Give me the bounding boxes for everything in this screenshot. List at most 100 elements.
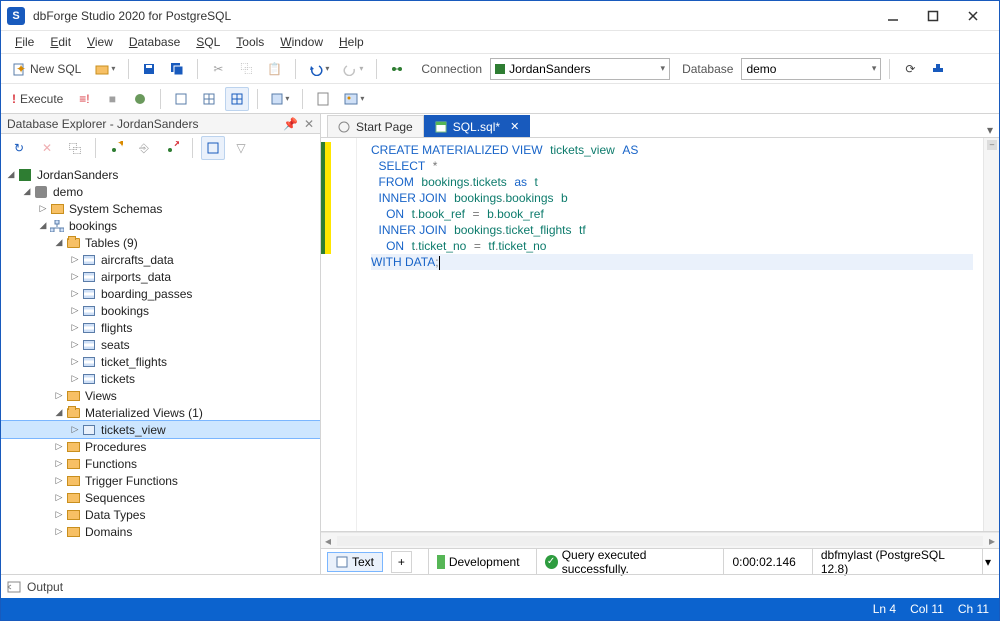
tree-server-node[interactable]: ◢JordanSanders [1, 166, 320, 183]
connect-button[interactable] [385, 57, 409, 81]
server-info: dbfmylast (PostgreSQL 12.8) [812, 549, 974, 574]
folder-icon [67, 493, 80, 503]
tree-views-folder[interactable]: ▷Views [1, 387, 320, 404]
add-view-button[interactable]: + [391, 551, 412, 573]
output-panel-tab[interactable]: Output [1, 574, 999, 598]
copy-tree-button[interactable]: ⿻ [63, 136, 87, 160]
copy-button[interactable]: ⿻ [234, 57, 258, 81]
tree-folder[interactable]: ▷Functions [1, 455, 320, 472]
menu-window[interactable]: Window [274, 33, 329, 51]
close-button[interactable] [953, 2, 993, 30]
text-view-button[interactable]: Text [327, 552, 383, 572]
app-logo-icon: S [7, 7, 25, 25]
image-button[interactable]: ▾ [339, 87, 369, 111]
text-caret [439, 256, 440, 270]
tree-folder[interactable]: ▷Procedures [1, 438, 320, 455]
tree-schema-bookings[interactable]: ◢bookings [1, 217, 320, 234]
connection-combo[interactable]: JordanSanders ▾ [490, 58, 670, 80]
code-content[interactable]: CREATE MATERIALIZED VIEW tickets_view AS… [357, 138, 983, 531]
vscrollbar[interactable]: – [983, 138, 999, 531]
save-all-button[interactable] [165, 57, 189, 81]
pin-icon[interactable]: 📌 [283, 117, 298, 131]
undo-button[interactable]: ▾ [304, 57, 334, 81]
tabs-overflow-icon[interactable]: ▾ [987, 123, 993, 137]
tree-table-item[interactable]: ▷flights [1, 319, 320, 336]
close-panel-icon[interactable]: ✕ [304, 117, 314, 131]
debug-button[interactable] [128, 87, 152, 111]
new-sql-button[interactable]: ✦ New SQL [7, 57, 86, 81]
save-button[interactable] [137, 57, 161, 81]
tree-matviews-folder[interactable]: ◢Materialized Views (1) [1, 404, 320, 421]
delete-button[interactable]: ✕ [35, 136, 59, 160]
tree-table-item[interactable]: ▷bookings [1, 302, 320, 319]
editor-area: Start Page SQL.sql* ✕ ▾ CREATE MATERIALI… [321, 114, 999, 574]
toolbar-main: ✦ New SQL ▾ ✂ ⿻ 📋 ▾ ▾ Connection JordanS… [1, 53, 999, 83]
database-combo[interactable]: demo ▾ [741, 58, 881, 80]
disconnect-button[interactable]: ✕ [160, 136, 184, 160]
tree-table-item[interactable]: ▷aircrafts_data [1, 251, 320, 268]
folder-icon [67, 459, 80, 469]
folder-icon [67, 527, 80, 537]
maximize-button[interactable] [913, 2, 953, 30]
menu-tools[interactable]: Tools [230, 33, 270, 51]
connection-label: Connection [421, 62, 482, 76]
explorer-toolbar: ↻ ✕ ⿻ ✦ ⎆ ✕ ▽ [1, 134, 320, 162]
code-editor[interactable]: CREATE MATERIALIZED VIEW tickets_view AS… [321, 138, 999, 532]
table-icon [83, 323, 95, 333]
tree-table-item[interactable]: ▷boarding_passes [1, 285, 320, 302]
tree-system-schemas[interactable]: ▷System Schemas [1, 200, 320, 217]
execute-button[interactable]: ! Execute [7, 87, 68, 111]
explorer-title: Database Explorer - JordanSanders [7, 117, 198, 131]
refresh-button[interactable]: ⟳ [898, 57, 922, 81]
close-tab-icon[interactable]: ✕ [510, 120, 519, 133]
tree-btn2[interactable]: ⎆ [132, 136, 156, 160]
cut-button[interactable]: ✂ [206, 57, 230, 81]
database-tree[interactable]: ◢JordanSanders ◢demo ▷System Schemas ◢bo… [1, 162, 320, 574]
database-explorer-panel: Database Explorer - JordanSanders 📌 ✕ ↻ … [1, 114, 321, 574]
grid-active-button[interactable] [225, 87, 249, 111]
tree-database-node[interactable]: ◢demo [1, 183, 320, 200]
environment-indicator: Development [428, 549, 528, 574]
paste-button[interactable]: 📋 [262, 57, 287, 81]
tree-tables-folder[interactable]: ◢Tables (9) [1, 234, 320, 251]
tree-folder[interactable]: ▷Data Types [1, 506, 320, 523]
show-all-button[interactable] [201, 136, 225, 160]
tree-matview-item-selected[interactable]: ▷tickets_view [1, 421, 320, 438]
menu-view[interactable]: View [81, 33, 119, 51]
new-connection-button[interactable]: ✦ [104, 136, 128, 160]
tree-folder[interactable]: ▷Sequences [1, 489, 320, 506]
tree-table-item[interactable]: ▷ticket_flights [1, 353, 320, 370]
status-line: Ln 4 [873, 602, 896, 616]
grid-button[interactable] [197, 87, 221, 111]
redo-button[interactable]: ▾ [338, 57, 368, 81]
stop-button[interactable]: ■ [100, 87, 124, 111]
tree-table-item[interactable]: ▷seats [1, 336, 320, 353]
window-title: dbForge Studio 2020 for PostgreSQL [33, 9, 231, 23]
execute-to-cursor-button[interactable]: ≡! [72, 87, 96, 111]
menu-sql[interactable]: SQL [190, 33, 226, 51]
page-button[interactable] [311, 87, 335, 111]
format-button[interactable] [169, 87, 193, 111]
menu-edit[interactable]: Edit [44, 33, 77, 51]
menu-file[interactable]: File [9, 33, 40, 51]
menu-help[interactable]: Help [333, 33, 370, 51]
tree-folder[interactable]: ▷Trigger Functions [1, 472, 320, 489]
table-icon [83, 374, 95, 384]
open-button[interactable]: ▾ [90, 57, 120, 81]
tree-table-item[interactable]: ▷tickets [1, 370, 320, 387]
tree-table-item[interactable]: ▷airports_data [1, 268, 320, 285]
explorer-header: Database Explorer - JordanSanders 📌 ✕ [1, 114, 320, 134]
filter-button[interactable]: ▽ [229, 136, 253, 160]
menu-database[interactable]: Database [123, 33, 186, 51]
tab-start-page[interactable]: Start Page [327, 115, 424, 137]
svg-text:✦: ✦ [16, 62, 26, 76]
hscrollbar[interactable]: ◂▸ [321, 532, 999, 548]
status-overflow[interactable]: ▾ [982, 549, 993, 574]
minimize-button[interactable] [873, 2, 913, 30]
tab-sql-active[interactable]: SQL.sql* ✕ [424, 115, 531, 137]
tool-button[interactable] [926, 57, 950, 81]
tree-folder[interactable]: ▷Domains [1, 523, 320, 540]
table-button[interactable]: ▾ [266, 87, 294, 111]
schema-icon [50, 220, 64, 232]
refresh-tree-button[interactable]: ↻ [7, 136, 31, 160]
